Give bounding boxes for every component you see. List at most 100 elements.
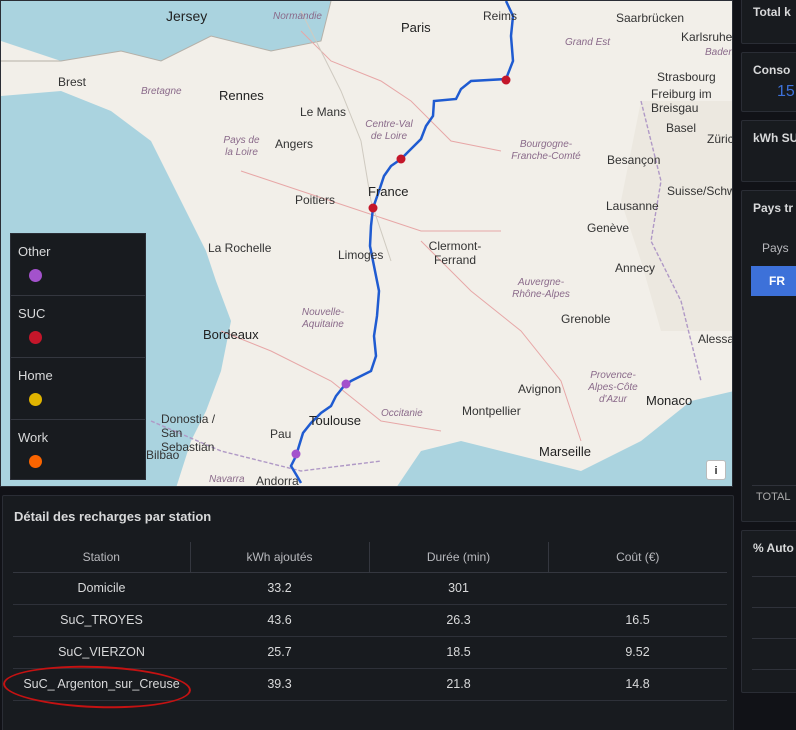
panel-title: % Auto — [753, 541, 794, 555]
legend-dot — [29, 269, 42, 282]
map-label: Baden — [705, 47, 733, 58]
legend-item-work[interactable]: Work — [11, 420, 145, 482]
legend-label: SUC — [18, 306, 46, 321]
map-label: Provence-Alpes-Côte d'Azur — [588, 370, 638, 405]
map-label: Paris — [401, 20, 431, 35]
pays-column-header[interactable]: Pays — [742, 215, 796, 255]
cell-station: Domicile — [13, 572, 190, 605]
map-label: Bilbao — [146, 448, 180, 462]
dashboard: Jersey Normandie Paris Reims Saarbrücken… — [0, 0, 796, 730]
map-label: Pau — [270, 427, 292, 441]
cell-cout — [548, 572, 727, 605]
table-header-row: Station kWh ajoutés Durée (min) Coût (€) — [13, 542, 727, 573]
other-marker[interactable] — [341, 379, 351, 389]
divider — [752, 669, 796, 670]
divider — [752, 485, 796, 486]
map-label: Poitiers — [295, 193, 336, 207]
legend-dot — [29, 331, 42, 344]
legend-label: Home — [18, 368, 53, 383]
map-label: Toulouse — [309, 413, 362, 428]
map-label: La Rochelle — [208, 241, 272, 255]
pays-fr-row[interactable]: FR — [751, 266, 796, 296]
cell-station: SuC_VIERZON — [13, 636, 190, 669]
cell-kwh: 43.6 — [190, 604, 369, 637]
map-label: Karlsruhe — [681, 30, 733, 44]
suc-marker[interactable] — [501, 75, 511, 85]
map-label: Auvergne-Rhône-Alpes — [512, 277, 570, 300]
legend-item-home[interactable]: Home — [11, 358, 145, 420]
cell-cout: 16.5 — [548, 604, 727, 637]
table-row[interactable]: Domicile 33.2 301 — [13, 572, 727, 605]
cell-duree: 21.8 — [369, 668, 548, 701]
conso-value: 15 — [777, 83, 795, 100]
map-label: Grenoble — [561, 312, 611, 326]
map-label: Le Mans — [300, 105, 347, 119]
map-label: Montpellier — [462, 404, 521, 418]
legend-item-suc[interactable]: SUC — [11, 296, 145, 358]
suc-marker[interactable] — [368, 203, 378, 213]
map-label: Avignon — [518, 382, 562, 396]
legend-dot — [29, 393, 42, 406]
cell-station: SuC_TROYES — [13, 604, 190, 637]
panel-title: Détail des recharges par station — [14, 509, 212, 524]
cell-duree: 26.3 — [369, 604, 548, 637]
map-label: Reims — [483, 9, 518, 23]
panel-title: kWh SU — [753, 131, 796, 145]
map-label: Bordeaux — [203, 327, 259, 342]
cell-kwh: 33.2 — [190, 572, 369, 605]
map-label: Bretagne — [141, 86, 182, 97]
map-label: Strasbourg — [657, 70, 716, 84]
cell-duree: 301 — [369, 572, 548, 605]
divider — [752, 607, 796, 608]
divider — [752, 638, 796, 639]
cell-cout: 9.52 — [548, 636, 727, 669]
map-label: Zürich — [707, 132, 732, 146]
map-legend: Other SUC Home Work — [10, 233, 146, 480]
map-label: Lausanne — [606, 199, 659, 213]
column-header-cout[interactable]: Coût (€) — [548, 542, 727, 573]
column-header-station[interactable]: Station — [13, 542, 191, 573]
legend-item-other[interactable]: Other — [11, 234, 145, 296]
map-label: Genève — [587, 221, 630, 235]
map-label: Normandie — [273, 11, 322, 22]
panel-title: Pays tr — [753, 201, 794, 215]
column-header-kwh[interactable]: kWh ajoutés — [190, 542, 370, 573]
map-label: Annecy — [615, 261, 656, 275]
map-label: Limoges — [338, 248, 384, 262]
map-label: Nouvelle-Aquitaine — [301, 307, 345, 330]
map-label: Centre-Val de Loire — [365, 119, 413, 142]
map-label: Marseille — [539, 444, 592, 459]
other-marker[interactable] — [291, 449, 301, 459]
auto-panel: % Auto — [741, 530, 796, 693]
table-row[interactable]: SuC_TROYES 43.6 26.3 16.5 — [13, 604, 727, 637]
pays-panel: Pays tr Pays FR TOTAL — [741, 190, 796, 522]
map-info-button[interactable]: i — [706, 460, 726, 480]
total-label: TOTAL — [756, 491, 791, 503]
map-label: Besançon — [607, 153, 661, 167]
map-label: Freiburg im Breisgau — [651, 87, 712, 115]
suc-marker[interactable] — [396, 154, 406, 164]
map-label: Grand Est — [565, 37, 611, 48]
panel-title: Conso — [753, 63, 791, 77]
map-label: Andorra — [256, 474, 299, 487]
kwh-suc-panel: kWh SU — [741, 120, 796, 182]
legend-label: Work — [18, 430, 49, 445]
divider — [752, 576, 796, 577]
cell-kwh: 25.7 — [190, 636, 369, 669]
map-label: Occitanie — [381, 408, 423, 419]
map-label: Monaco — [646, 393, 693, 408]
map-label: Pays de la Loire — [223, 135, 260, 158]
map-label: France — [368, 184, 409, 199]
total-kwh-panel: Total k — [741, 0, 796, 44]
map-label: Suisse/Schweiz — [667, 184, 732, 198]
map-label: Basel — [666, 121, 697, 135]
column-header-duree[interactable]: Durée (min) — [369, 542, 549, 573]
map-label: Angers — [275, 137, 314, 151]
map-label: Navarra — [209, 474, 245, 485]
map-label: Bourgogne-Franche-Comté — [511, 139, 581, 162]
map-label: Alessa — [698, 332, 733, 346]
legend-dot — [29, 455, 42, 468]
table-row[interactable]: SuC_VIERZON 25.7 18.5 9.52 — [13, 636, 727, 669]
panel-title: Total k — [753, 5, 791, 19]
cell-duree: 18.5 — [369, 636, 548, 669]
